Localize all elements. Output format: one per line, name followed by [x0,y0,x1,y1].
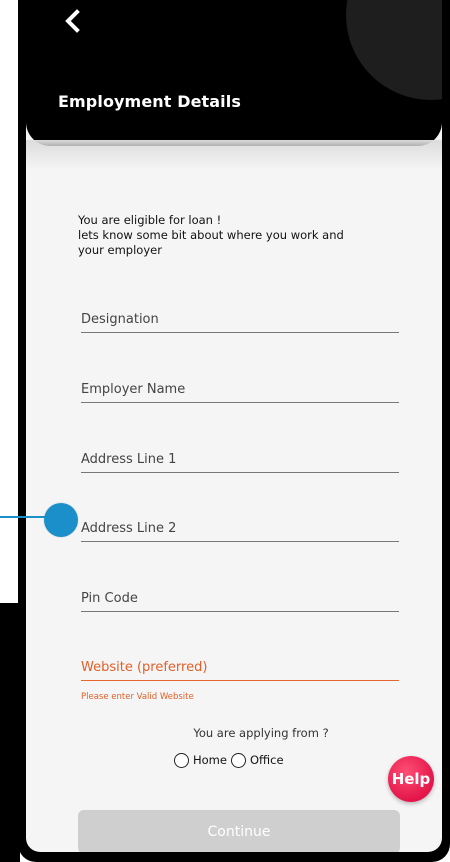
intro-line: your employer [78,243,162,257]
radio-option-office[interactable]: Office [230,752,284,768]
continue-button-label: Continue [207,824,271,840]
pin-code-field [81,587,399,612]
header-shadow [26,140,442,170]
address-line1-input[interactable] [81,448,399,471]
intro-text: You are eligible for loan ! lets know so… [78,213,408,258]
radio-label-home: Home [193,753,227,767]
continue-button[interactable]: Continue [78,810,400,852]
page-title: Employment Details [58,92,241,111]
radio-circle-icon[interactable] [174,752,189,768]
applying-from-label: You are applying from ? [193,726,329,740]
employer-name-input[interactable] [81,378,399,401]
designation-field [81,308,399,333]
phone-frame: Employment Details You are eligible for … [18,0,450,862]
radio-option-home[interactable]: Home [174,752,227,768]
annotation-marker-dot [44,503,78,537]
pin-code-input[interactable] [81,587,399,610]
intro-line: lets know some bit about where you work … [78,228,344,242]
website-input[interactable] [81,656,399,679]
stage: Employment Details You are eligible for … [0,0,450,862]
header-bar: Employment Details [26,0,442,146]
address-line1-field [81,448,399,473]
app-screen: Employment Details You are eligible for … [26,0,442,852]
chevron-left-icon[interactable] [60,8,86,34]
website-field [81,656,399,681]
intro-line: You are eligible for loan ! [78,213,222,227]
address-line2-input[interactable] [81,517,399,540]
website-error-text: Please enter Valid Website [81,692,194,702]
radio-label-office: Office [249,753,284,767]
background-dark-area [0,603,20,862]
header-decoration-circle [346,0,442,100]
address-line2-field [81,517,399,542]
designation-input[interactable] [81,308,399,331]
radio-circle-icon[interactable] [230,752,246,768]
applying-from-radio-group: Home Office [174,750,288,770]
help-button[interactable]: Help [388,756,434,802]
employer-name-field [81,378,399,403]
